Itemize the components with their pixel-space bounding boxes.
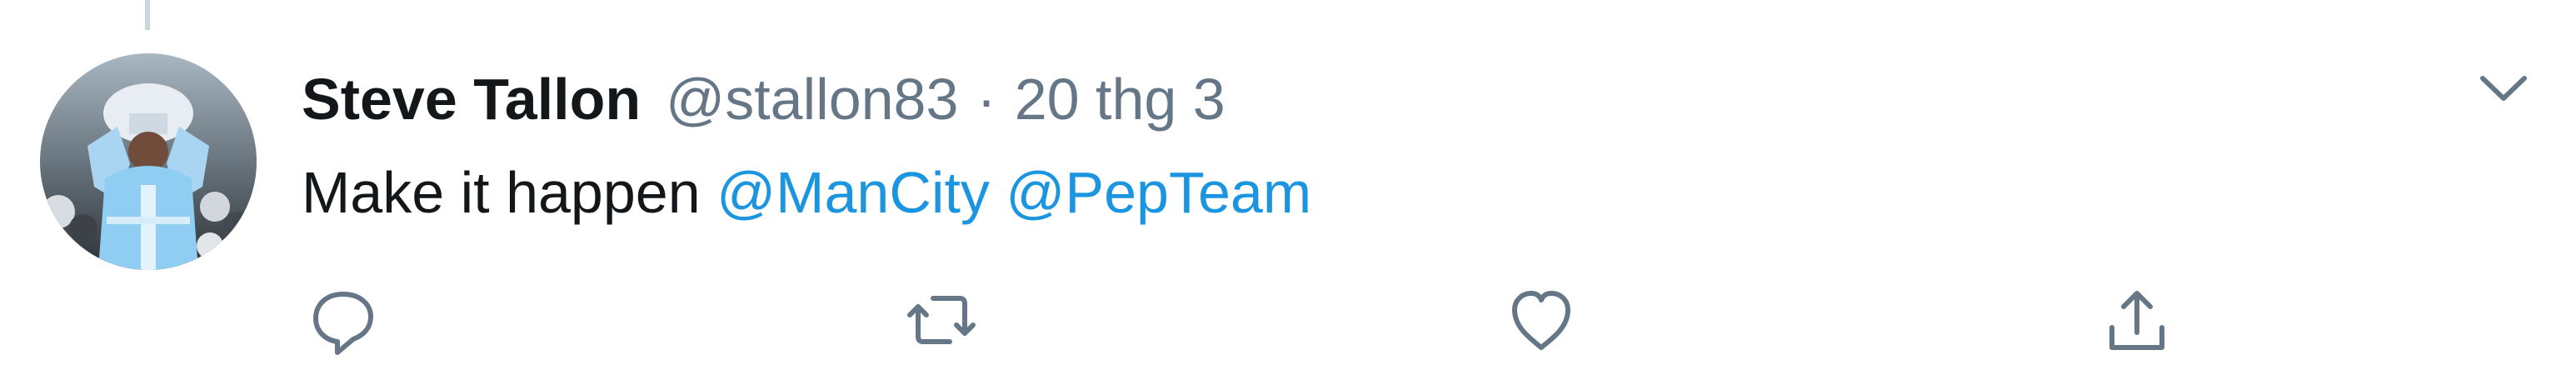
avatar-photo	[40, 53, 257, 270]
reply-button[interactable]	[302, 278, 385, 362]
like-button[interactable]	[1500, 278, 1583, 362]
mention-pepteam[interactable]: @PepTeam	[1006, 160, 1311, 225]
tweet-header: Steve Tallon @stallon83 · 20 thg 3	[302, 62, 1226, 137]
reply-icon	[313, 292, 373, 355]
display-name[interactable]: Steve Tallon	[302, 62, 641, 137]
header-separator: ·	[976, 67, 996, 132]
thread-connector-line	[145, 0, 150, 30]
share-icon	[2109, 291, 2164, 350]
tweet-text: Make it happen @ManCity @PepTeam	[302, 155, 1311, 230]
share-button[interactable]	[2095, 278, 2179, 362]
tweet-menu-button[interactable]	[2474, 63, 2533, 113]
chevron-down-icon	[2480, 76, 2527, 101]
timestamp[interactable]: 20 thg 3	[1015, 62, 1226, 137]
user-handle[interactable]: @stallon83	[666, 62, 958, 137]
mention-mancity[interactable]: @ManCity	[716, 160, 990, 225]
retweet-button[interactable]	[900, 278, 983, 362]
tweet-body-text: Make it happen	[302, 160, 701, 225]
like-icon	[1512, 291, 1570, 350]
avatar[interactable]	[40, 53, 257, 270]
tweet[interactable]: Steve Tallon @stallon83 · 20 thg 3 Make …	[0, 0, 2576, 375]
retweet-icon	[907, 296, 976, 344]
